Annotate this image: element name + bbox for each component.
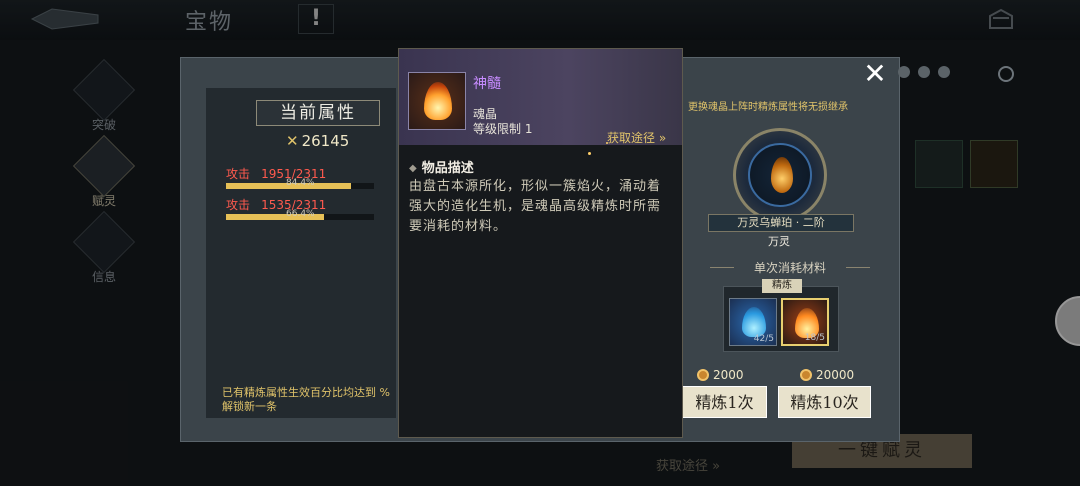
- attribute-name: 攻击: [226, 167, 251, 181]
- cost-value: 20000: [816, 368, 855, 382]
- attribute-progress-bar: 66.4%: [226, 209, 374, 220]
- material-count: 42/5: [753, 334, 774, 344]
- crystal-name: 万灵乌蝉珀 · 二阶: [708, 214, 854, 232]
- attribute-row: 攻击 1951/2311 84.4%: [226, 163, 376, 189]
- item-description: 由盘古本源所化，形似一簇焰火，涌动着强大的造化生机，是魂晶高级精炼时所需要消耗的…: [409, 179, 662, 234]
- refine-tag: 精炼: [762, 279, 802, 293]
- item-name: 神髓: [473, 76, 501, 92]
- refine-once-button[interactable]: 精炼1次: [682, 386, 767, 418]
- attribute-progress-bar: 84.4%: [226, 178, 374, 189]
- attribute-name: 攻击: [226, 198, 251, 212]
- crystal-core: [748, 143, 812, 207]
- blue-flame-icon: [742, 307, 766, 337]
- amber-crystal-icon: [771, 157, 793, 193]
- coin-icon: [800, 369, 812, 381]
- coin-icon: [697, 369, 709, 381]
- description-heading-label: 物品描述: [421, 161, 474, 176]
- consume-materials-title: 单次消耗材料: [700, 259, 880, 276]
- divine-essence-material[interactable]: 18/5: [781, 298, 829, 346]
- attribute-row: 攻击 1535/2311 66.4%: [226, 194, 376, 220]
- soul-crystal-display[interactable]: [733, 128, 827, 222]
- item-level-limit: 等级限制 1: [473, 122, 533, 136]
- combat-power-value: 26145: [301, 132, 350, 150]
- current-attributes-header: 当前属性: [256, 100, 380, 126]
- search-icon[interactable]: [998, 66, 1014, 82]
- item-tooltip: 神髓 魂晶 等级限制 1 获取途径 » ◆ 物品描述 由盘古本源所化，形似一簇焰火…: [398, 48, 683, 438]
- attribute-percent: 84.4%: [286, 178, 315, 188]
- combat-power: ✕ 26145: [286, 132, 349, 150]
- material-count: 18/5: [804, 333, 825, 343]
- element-dot-icon[interactable]: [918, 66, 930, 78]
- tooltip-header: 神髓 魂晶 等级限制 1 获取途径 »: [399, 49, 682, 145]
- crossed-swords-icon: ✕: [286, 132, 299, 150]
- spark-icon: [588, 152, 591, 155]
- description-heading: ◆ 物品描述: [409, 157, 474, 176]
- close-icon[interactable]: ✕: [862, 60, 888, 88]
- blue-flame-material[interactable]: 42/5: [729, 298, 777, 346]
- element-dot-icon[interactable]: [898, 66, 910, 78]
- attribute-percent: 66.4%: [286, 209, 315, 219]
- element-dot-icon[interactable]: [938, 66, 950, 78]
- cost-ten: 20000: [800, 368, 854, 382]
- diamond-icon: ◆: [409, 163, 417, 174]
- crystal-type: 万灵: [768, 235, 790, 248]
- spark-icon: [606, 142, 608, 144]
- fire-icon: [424, 82, 452, 120]
- cost-value: 2000: [713, 368, 744, 382]
- unlock-hint: 已有精炼属性生效百分比均达到 %解锁新一条: [222, 386, 390, 413]
- item-source-link[interactable]: 获取途径 »: [607, 129, 666, 146]
- item-icon: [408, 72, 466, 130]
- replace-hint: 更换魂晶上阵时精炼属性将无损继承: [688, 102, 848, 113]
- refine-ten-button[interactable]: 精炼10次: [778, 386, 871, 418]
- cost-single: 2000: [697, 368, 744, 382]
